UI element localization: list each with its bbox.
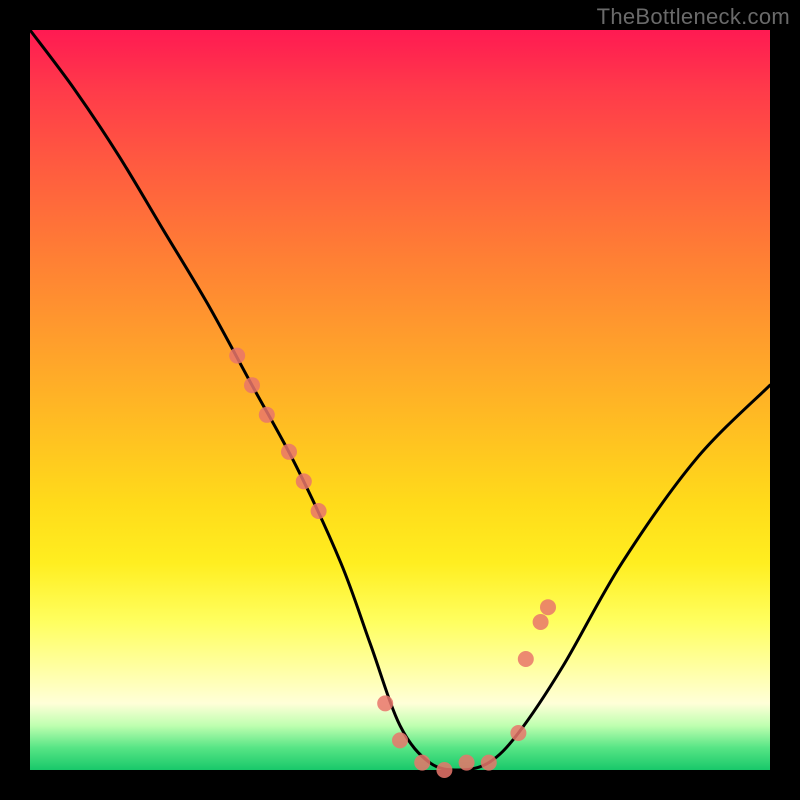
marker-dot (436, 762, 452, 778)
watermark-text: TheBottleneck.com (597, 4, 790, 30)
chart-svg (30, 30, 770, 770)
marker-dot (459, 755, 475, 771)
highlight-markers (229, 348, 556, 778)
marker-dot (392, 732, 408, 748)
marker-dot (311, 503, 327, 519)
marker-dot (377, 695, 393, 711)
marker-dot (540, 599, 556, 615)
marker-dot (510, 725, 526, 741)
marker-dot (533, 614, 549, 630)
marker-dot (296, 473, 312, 489)
marker-dot (244, 377, 260, 393)
marker-dot (481, 755, 497, 771)
marker-dot (259, 407, 275, 423)
marker-dot (414, 755, 430, 771)
marker-dot (281, 444, 297, 460)
bottleneck-curve (30, 30, 770, 770)
marker-dot (229, 348, 245, 364)
chart-frame (30, 30, 770, 770)
marker-dot (518, 651, 534, 667)
